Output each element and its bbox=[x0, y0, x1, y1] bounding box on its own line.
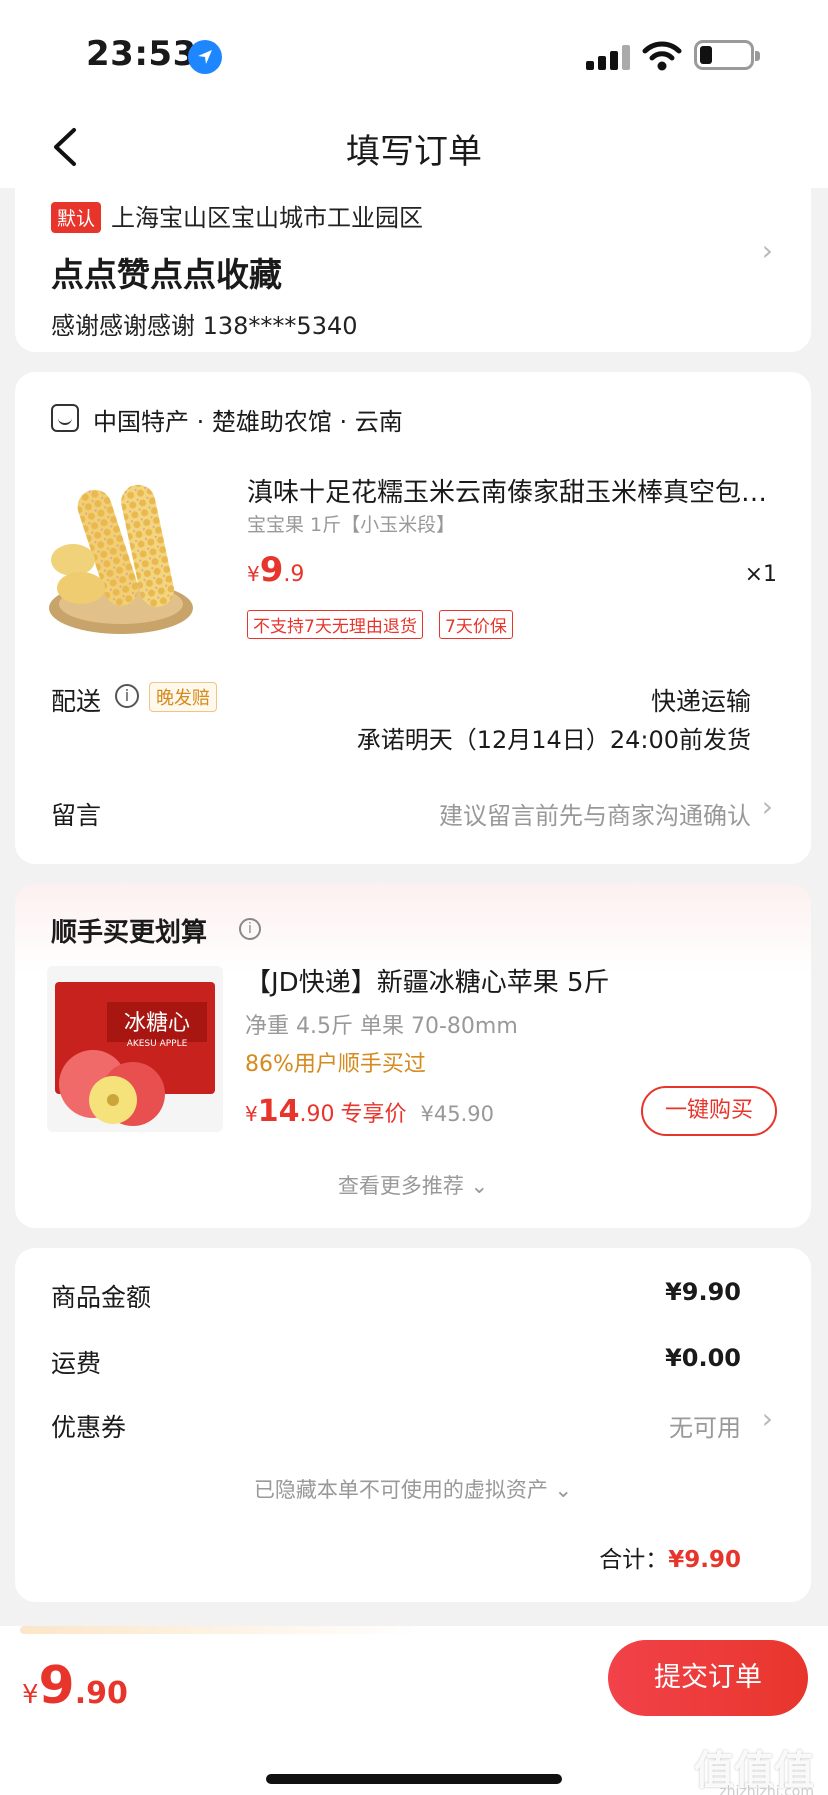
price-integer: 14 bbox=[257, 1094, 300, 1129]
shipping-method: 快递运输 bbox=[650, 687, 751, 716]
default-address-badge: 默认 bbox=[51, 202, 102, 233]
order-summary-card: 商品金额 ¥9.90 运费 ¥0.00 优惠券 无可用 › 已隐藏本单不可使用的… bbox=[15, 1248, 811, 1602]
price-decimal: .90 bbox=[74, 1676, 128, 1711]
recommend-social-proof: 86%用户顺手买过 bbox=[245, 1052, 426, 1077]
shipping-label: 配送 bbox=[51, 687, 102, 716]
note-label: 留言 bbox=[51, 801, 102, 830]
product-image-apple[interactable]: 冰糖心 AKESU APPLE bbox=[47, 966, 223, 1132]
recommend-title: 顺手买更划算 bbox=[51, 918, 208, 948]
shop-name: 中国特产 · 楚雄助农馆 · 云南 bbox=[93, 408, 403, 436]
home-indicator[interactable] bbox=[266, 1774, 562, 1784]
address-line: 上海宝山区宝山城市工业园区 bbox=[111, 204, 423, 232]
battery-icon bbox=[694, 40, 760, 70]
original-price: ¥45.90 bbox=[420, 1102, 494, 1126]
address-card[interactable]: 默认 上海宝山区宝山城市工业园区 点点赞点点收藏 感谢感谢感谢 138****5… bbox=[15, 188, 811, 352]
status-bar: 23:53 bbox=[0, 0, 828, 110]
product-price: ¥9.9 bbox=[247, 550, 304, 590]
price-symbol: ¥ bbox=[247, 562, 260, 586]
no-return-badge: 不支持7天无理由退货 bbox=[247, 610, 423, 639]
status-time: 23:53 bbox=[86, 34, 197, 74]
shipping-promise: 承诺明天（12月14日）24:00前发货 bbox=[356, 726, 751, 754]
coupon-value[interactable]: 无可用 bbox=[669, 1408, 741, 1443]
wifi-icon bbox=[642, 41, 682, 71]
chevron-right-icon: › bbox=[761, 1402, 773, 1435]
recipient-name: 点点赞点点收藏 bbox=[51, 255, 282, 294]
price-symbol: ¥ bbox=[245, 1102, 258, 1126]
cellular-signal-icon bbox=[586, 44, 630, 70]
recommend-card: 顺手买更划算 i 冰糖心 AKESU APPLE 【JD快递】新疆冰糖心苹果 5… bbox=[15, 884, 811, 1228]
bottom-total-price: ¥9.90 bbox=[22, 1656, 128, 1716]
product-card: 中国特产 · 楚雄助农馆 · 云南 滇味十足花糯玉米云南傣家甜玉米棒真空包… 宝… bbox=[15, 372, 811, 864]
promo-strip bbox=[20, 1626, 420, 1634]
location-arrow-icon bbox=[188, 40, 222, 74]
goods-amount-label: 商品金额 bbox=[51, 1283, 152, 1312]
apple-box-label: 冰糖心 bbox=[124, 1011, 190, 1036]
goods-amount-value: ¥9.90 bbox=[665, 1278, 741, 1306]
watermark-url: zhizhizhi.com bbox=[719, 1784, 814, 1795]
product-title[interactable]: 滇味十足花糯玉米云南傣家甜玉米棒真空包… bbox=[247, 472, 767, 509]
price-decimal: .9 bbox=[283, 562, 305, 587]
recommend-price: ¥14.90 专享价 ¥45.90 bbox=[245, 1094, 494, 1129]
info-icon[interactable]: i bbox=[115, 684, 139, 708]
price-decimal: .90 bbox=[299, 1102, 335, 1127]
bottom-bar: ¥9.90 提交订单 值值值 zhizhizhi.com bbox=[0, 1626, 828, 1795]
recommend-product-name[interactable]: 【JD快递】新疆冰糖心苹果 5斤 bbox=[245, 962, 610, 999]
nav-bar: 填写订单 bbox=[0, 110, 828, 188]
total-value: ¥9.90 bbox=[668, 1547, 741, 1573]
product-quantity: ×1 bbox=[744, 562, 777, 587]
price-protect-badge: 7天价保 bbox=[439, 610, 513, 639]
total-label: 合计： bbox=[599, 1547, 669, 1573]
info-icon[interactable]: i bbox=[239, 918, 261, 940]
shipping-fee-value: ¥0.00 bbox=[665, 1344, 741, 1372]
price-integer: 9 bbox=[38, 1656, 75, 1716]
order-total: 合计：¥9.90 bbox=[599, 1540, 741, 1574]
recipient-contact: 感谢感谢感谢 138****5340 bbox=[51, 312, 358, 340]
exclusive-price-tag: 专享价 bbox=[340, 1102, 407, 1127]
product-image-corn[interactable] bbox=[47, 478, 195, 638]
note-input[interactable]: 建议留言前先与商家沟通确认 bbox=[439, 796, 751, 831]
see-more-recommend-button[interactable]: 查看更多推荐 ⌄ bbox=[15, 1170, 811, 1200]
price-symbol: ¥ bbox=[22, 1680, 39, 1710]
page-title: 填写订单 bbox=[346, 132, 482, 172]
recommend-product-spec: 净重 4.5斤 单果 70-80mm bbox=[245, 1014, 518, 1039]
one-click-buy-button[interactable]: 一键购买 bbox=[641, 1086, 777, 1136]
coupon-label: 优惠券 bbox=[51, 1413, 127, 1442]
submit-order-button[interactable]: 提交订单 bbox=[608, 1640, 808, 1716]
late-compensation-badge: 晚发赔 bbox=[149, 682, 217, 712]
hidden-assets-toggle[interactable]: 已隐藏本单不可使用的虚拟资产 ⌄ bbox=[15, 1474, 811, 1504]
chevron-right-icon: › bbox=[761, 790, 773, 823]
shop-icon bbox=[51, 404, 79, 432]
chevron-right-icon: › bbox=[761, 234, 773, 267]
price-integer: 9 bbox=[259, 550, 284, 590]
product-spec: 宝宝果 1斤【小玉米段】 bbox=[247, 514, 456, 536]
apple-box-sublabel: AKESU APPLE bbox=[127, 1039, 188, 1049]
shipping-fee-label: 运费 bbox=[51, 1349, 102, 1378]
